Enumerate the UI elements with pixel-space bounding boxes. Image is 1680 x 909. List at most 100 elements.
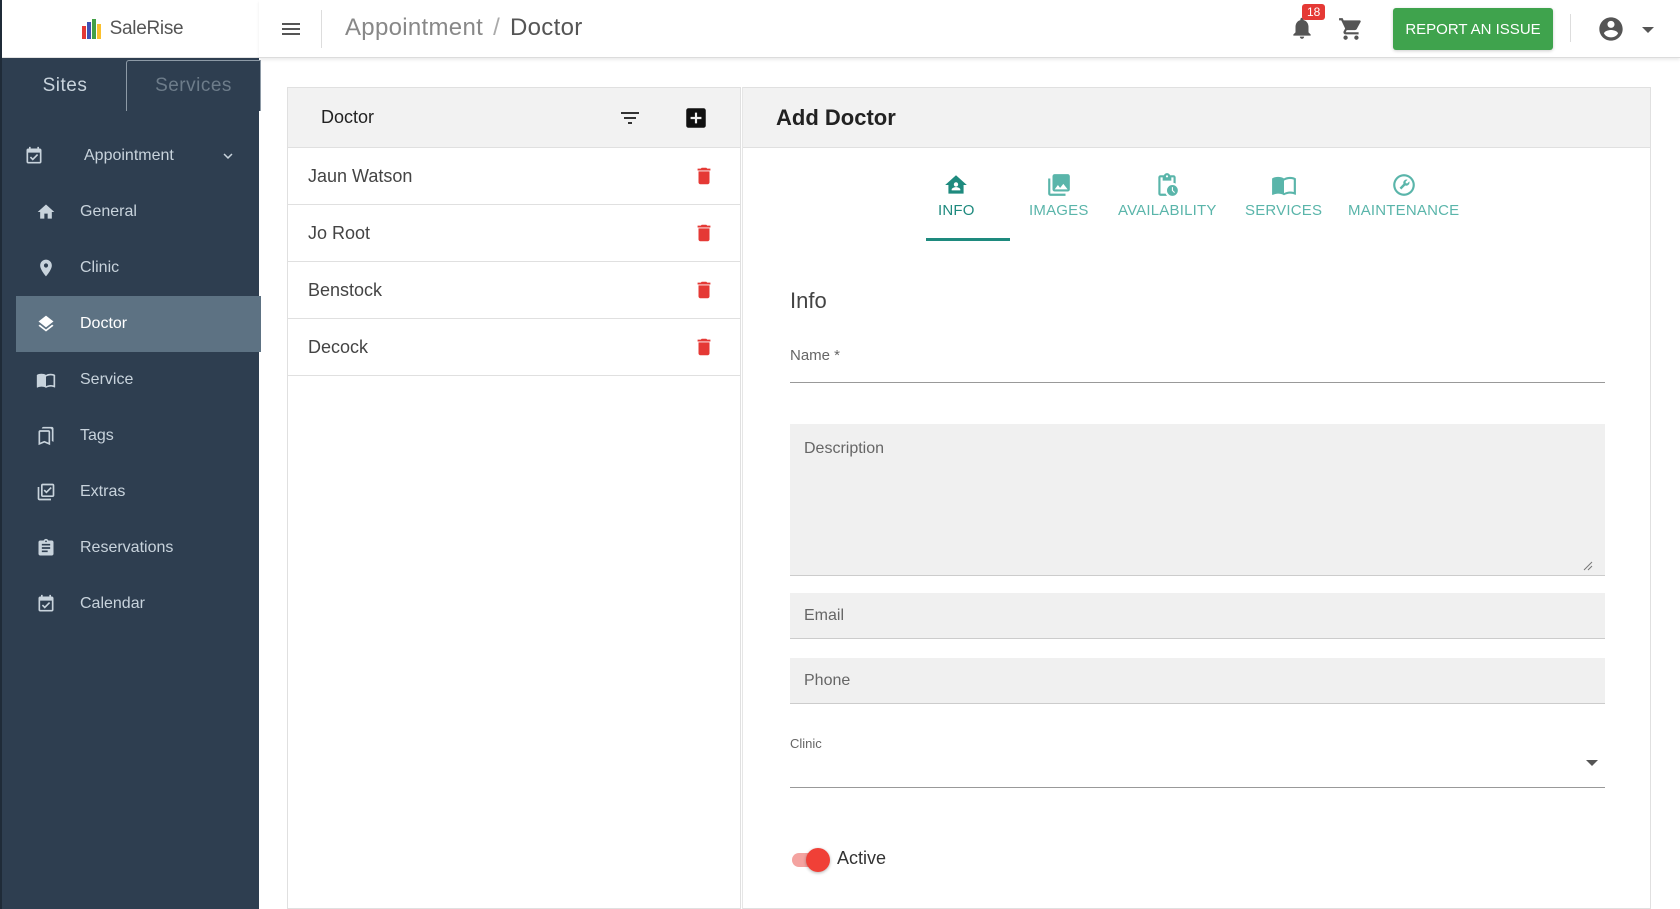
sidebar: SaleRise Sites Services Appointment Gene… [0, 0, 261, 909]
doctor-name: Decock [308, 336, 369, 357]
delete-icon[interactable] [693, 335, 715, 359]
list-item[interactable]: Benstock [288, 262, 740, 319]
divider [321, 10, 322, 48]
form-title: Add Doctor [776, 104, 896, 130]
tab-label: IMAGES [1029, 202, 1089, 219]
sidebar-item-extras[interactable]: Extras [2, 464, 261, 520]
active-toggle[interactable] [790, 845, 830, 873]
sidebar-item-doctor[interactable]: Doctor [16, 296, 261, 352]
active-tab-indicator [926, 238, 1010, 241]
list-header: Doctor [288, 88, 740, 148]
book-icon [36, 373, 56, 388]
breadcrumb: Appointment / Doctor [345, 14, 583, 42]
notification-badge: 18 [1302, 4, 1326, 20]
sidebar-item-general[interactable]: General [2, 184, 261, 240]
logo-text: SaleRise [109, 17, 184, 39]
description-textarea[interactable]: Description [790, 424, 1605, 576]
logo-area: SaleRise [2, 0, 261, 58]
sidebar-item-label: Tags [80, 427, 114, 444]
add-box-icon[interactable] [683, 105, 709, 131]
sidebar-item-label: Reservations [80, 539, 174, 556]
sidebar-item-label: Clinic [80, 259, 120, 276]
sidebar-nav: Appointment General Clinic Doctor Servic… [2, 128, 261, 632]
name-field[interactable]: Name * [790, 343, 1605, 383]
account-circle-icon[interactable] [1597, 15, 1625, 43]
clinic-label: Clinic [790, 736, 822, 751]
sidebar-item-service[interactable]: Service [2, 352, 261, 408]
phone-field[interactable]: Phone [790, 658, 1605, 704]
form-tabs: INFO IMAGES AVAILABILITY SERVICES MAINTE… [743, 148, 1652, 243]
logo-icon [81, 18, 101, 39]
caret-down-icon[interactable] [1641, 25, 1655, 35]
report-issue-button[interactable]: REPORT AN ISSUE [1393, 8, 1553, 50]
list-item[interactable]: Jo Root [288, 205, 740, 262]
toggle-knob [806, 848, 830, 872]
sidebar-group-appointment[interactable]: Appointment [2, 128, 261, 184]
delete-icon[interactable] [693, 164, 715, 188]
resize-handle-icon[interactable] [1583, 561, 1593, 571]
app-logo[interactable]: SaleRise [80, 18, 184, 40]
calendar-check-icon [26, 146, 42, 164]
tab-services[interactable]: SERVICES [1245, 172, 1322, 219]
active-toggle-label: Active [837, 848, 887, 868]
bookmark-icon [38, 426, 54, 446]
filter-icon[interactable] [618, 106, 642, 130]
sidebar-item-reservations[interactable]: Reservations [2, 520, 261, 576]
phone-label: Phone [804, 672, 851, 689]
sidebar-item-label: Extras [80, 483, 126, 500]
doctor-name: Benstock [308, 279, 383, 300]
tab-info[interactable]: INFO [938, 172, 975, 219]
layers-icon [38, 315, 54, 332]
clinic-select[interactable]: Clinic [790, 728, 1605, 788]
tab-services[interactable]: Services [126, 60, 261, 111]
tab-label: MAINTENANCE [1348, 202, 1460, 219]
tab-availability[interactable]: AVAILABILITY [1118, 172, 1217, 219]
email-field[interactable]: Email [790, 593, 1605, 639]
doctor-name: Jaun Watson [308, 165, 413, 186]
calendar-icon [38, 594, 54, 612]
add-doctor-panel: Add Doctor INFO IMAGES AVAILABILITY SERV… [742, 87, 1651, 909]
breadcrumb-separator: / [493, 14, 501, 41]
sidebar-item-label: Doctor [80, 315, 128, 332]
sidebar-item-calendar[interactable]: Calendar [2, 576, 261, 632]
cart-icon[interactable] [1338, 16, 1364, 42]
form-header: Add Doctor [743, 88, 1650, 148]
delete-icon[interactable] [693, 221, 715, 245]
tab-label: SERVICES [1245, 202, 1323, 219]
checklist-icon [37, 483, 55, 501]
images-icon [1047, 174, 1070, 196]
sidebar-group-label: Appointment [84, 147, 174, 164]
tab-sites[interactable]: Sites [4, 60, 126, 111]
description-label: Description [804, 440, 885, 457]
breadcrumb-current: Doctor [510, 14, 583, 41]
caret-down-icon [1586, 760, 1598, 766]
sidebar-item-label: General [80, 203, 137, 220]
clipboard-icon [38, 538, 54, 556]
doctor-list-panel: Doctor Jaun Watson Jo Root Benstock Deco… [287, 87, 741, 909]
email-label: Email [804, 607, 845, 624]
chevron-down-icon[interactable] [219, 147, 237, 165]
tab-label: INFO [938, 202, 975, 219]
sidebar-item-tags[interactable]: Tags [2, 408, 261, 464]
sidebar-item-label: Service [80, 371, 134, 388]
location-pin-icon [40, 259, 52, 277]
sidebar-tabs: Sites Services [2, 58, 261, 111]
list-item[interactable]: Decock [288, 319, 740, 376]
availability-icon [1158, 173, 1179, 196]
home-icon [37, 204, 55, 219]
list-item[interactable]: Jaun Watson [288, 148, 740, 205]
delete-icon[interactable] [693, 278, 715, 302]
topbar: Appointment / Doctor 18 REPORT AN ISSUE [259, 0, 1680, 58]
breadcrumb-parent[interactable]: Appointment [345, 14, 483, 41]
book-open-icon [1271, 176, 1296, 196]
sidebar-item-clinic[interactable]: Clinic [2, 240, 261, 296]
divider [1570, 14, 1571, 42]
tab-label: AVAILABILITY [1118, 202, 1217, 219]
home-user-icon [945, 175, 968, 194]
menu-icon[interactable] [279, 17, 303, 41]
doctor-name: Jo Root [308, 222, 371, 243]
sidebar-item-label: Calendar [80, 595, 145, 612]
section-title: Info [790, 288, 827, 313]
tab-images[interactable]: IMAGES [1029, 172, 1089, 219]
tab-maintenance[interactable]: MAINTENANCE [1348, 172, 1459, 219]
